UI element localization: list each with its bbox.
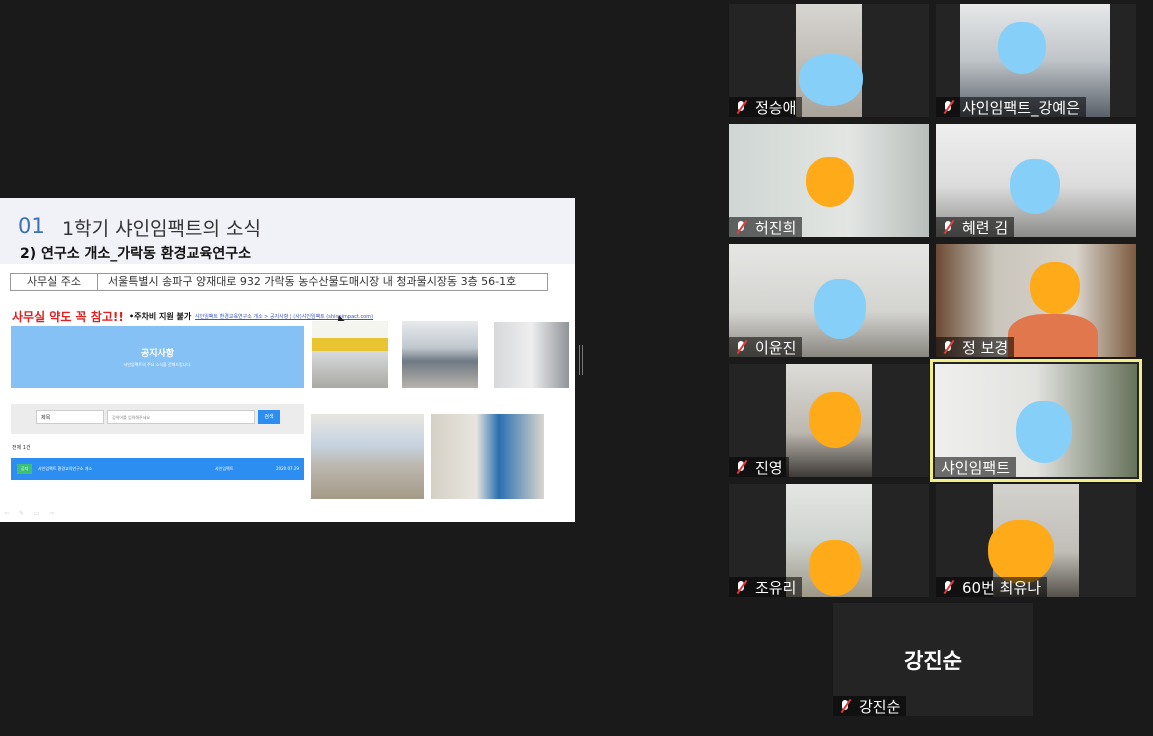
participant-tile[interactable]: 진영	[729, 364, 929, 477]
notice-tag: 공지	[17, 464, 32, 474]
slide-title: 1학기 샤인임팩트의 소식	[62, 218, 261, 240]
board-search-button: 검색	[258, 410, 280, 424]
participant-tile[interactable]: 혜련 김	[936, 124, 1136, 237]
split-drag-handle[interactable]	[579, 345, 583, 375]
name-plate: 60번 최유나	[936, 577, 1048, 597]
participant-name: 샤인임팩트_강예은	[962, 98, 1080, 117]
banner-subtitle: 샤인임팩트의 주요 소식을 전해드립니다.	[123, 362, 192, 367]
face-mask	[1016, 401, 1072, 463]
mic-muted-icon	[733, 337, 749, 357]
face-mask	[988, 520, 1054, 584]
participant-display-name: 강진순	[904, 649, 962, 673]
row-author: 샤인임팩트	[215, 466, 234, 471]
mic-muted-icon	[940, 97, 956, 117]
name-plate: 강진순	[833, 696, 907, 716]
face-mask	[1010, 159, 1060, 214]
slide-header: 01 1학기 샤인임팩트의 소식 2) 연구소 개소_가락동 환경교육연구소	[0, 198, 575, 264]
name-plate: 혜련 김	[936, 217, 1015, 237]
participant-tile[interactable]: 조유리	[729, 484, 929, 597]
address-value: 서울특별시 송파구 양재대로 932 가락동 농수산물도매시장 내 청과물시장동…	[108, 275, 517, 288]
shared-screen: 01 1학기 샤인임팩트의 소식 2) 연구소 개소_가락동 환경교육연구소 사…	[0, 198, 575, 522]
participant-name: 혜련 김	[962, 218, 1009, 237]
slide-subtitle: 2) 연구소 개소_가락동 환경교육연구소	[20, 246, 251, 262]
board-search-bar: 제목 검색어를 입력해주세요 검색	[11, 404, 304, 434]
mic-muted-icon	[940, 337, 956, 357]
search-field-select: 제목	[36, 410, 104, 424]
slide-number: 01	[18, 214, 45, 238]
active-speaker-tile[interactable]: 샤인임팩트	[930, 359, 1142, 482]
participant-name: 샤인임팩트	[941, 458, 1011, 477]
address-table: 사무실 주소 서울특별시 송파구 양재대로 932 가락동 농수산물도매시장 내…	[10, 273, 548, 291]
face-mask	[998, 22, 1046, 74]
participant-name: 강진순	[859, 697, 901, 716]
participant-tile[interactable]: 샤인임팩트_강예은	[936, 4, 1136, 117]
office-photo	[494, 322, 569, 388]
participant-tile[interactable]: 정 보경	[936, 244, 1136, 357]
slide-controls[interactable]: ⇦ ✎ ▭ ⇨	[4, 510, 58, 517]
participant-name: 60번 최유나	[962, 578, 1042, 597]
participant-name: 허진희	[755, 218, 797, 237]
mic-muted-icon	[733, 457, 749, 477]
participant-tile[interactable]: 정승애	[729, 4, 929, 117]
face-mask	[1030, 262, 1080, 314]
name-plate: 정승애	[729, 97, 803, 117]
face-mask	[809, 392, 861, 448]
participant-name: 정 보경	[962, 338, 1009, 357]
parking-note: •주차비 지원 불가	[129, 312, 192, 321]
participant-tile[interactable]: 허진희	[729, 124, 929, 237]
notice-banner: 공지사항 샤인임팩트의 주요 소식을 전해드립니다.	[11, 326, 304, 388]
office-photo	[431, 414, 544, 499]
name-plate: 정 보경	[936, 337, 1015, 357]
mic-muted-icon	[940, 217, 956, 237]
row-title: 샤인임팩트 환경교육연구소 개소	[38, 466, 93, 471]
face-mask	[799, 54, 863, 106]
face-mask	[806, 157, 854, 207]
website-link[interactable]: 샤인임팩트 환경교육연구소 개소 > 공지사항 | (사)샤인임팩트 (shin…	[195, 313, 373, 320]
name-plate: 조유리	[729, 577, 803, 597]
participant-tile[interactable]: 이윤진	[729, 244, 929, 357]
participant-name: 이윤진	[755, 338, 797, 357]
participant-tile[interactable]: 60번 최유나	[936, 484, 1136, 597]
office-photo	[402, 321, 478, 388]
board-search-input: 검색어를 입력해주세요	[107, 410, 255, 424]
address-label: 사무실 주소	[11, 274, 98, 290]
face-mask	[814, 279, 866, 339]
name-plate: 이윤진	[729, 337, 803, 357]
mic-muted-icon	[733, 577, 749, 597]
participant-name: 진영	[755, 458, 783, 477]
row-date: 2020.07.29	[276, 466, 299, 471]
participant-tile-video-off[interactable]: 강진순 강진순	[833, 603, 1033, 716]
board-total: 전체 1건	[12, 445, 31, 451]
mic-muted-icon	[940, 577, 956, 597]
participant-name: 조유리	[755, 578, 797, 597]
banner-title: 공지사항	[140, 349, 175, 359]
notice-text: 사무실 약도 꼭 참고!!	[12, 310, 124, 324]
name-plate: 진영	[729, 457, 789, 477]
office-photo	[311, 414, 424, 499]
name-plate: 허진희	[729, 217, 803, 237]
participant-name: 정승애	[755, 98, 797, 117]
mic-muted-icon	[837, 696, 853, 716]
board-row: 공지 샤인임팩트 환경교육연구소 개소 샤인임팩트 2020.07.29	[11, 458, 304, 480]
mic-muted-icon	[733, 97, 749, 117]
name-plate: 샤인임팩트_강예은	[936, 97, 1086, 117]
name-plate: 샤인임팩트	[935, 457, 1017, 477]
participant-body	[1008, 314, 1098, 357]
face-mask	[809, 540, 861, 596]
mic-muted-icon	[733, 217, 749, 237]
office-photo	[312, 321, 388, 388]
